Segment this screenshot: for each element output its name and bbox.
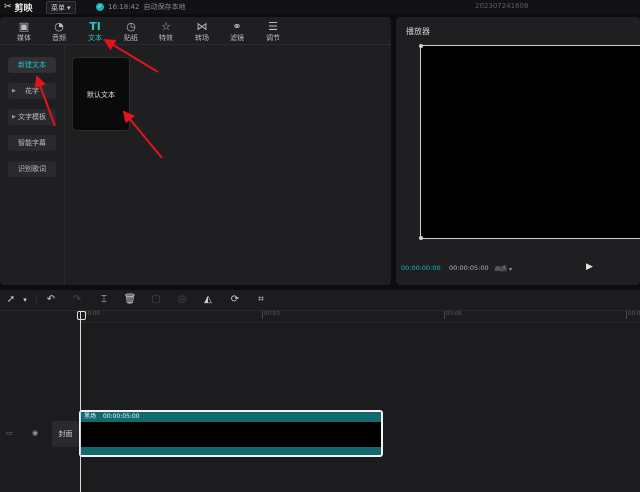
arrow-to-new-text	[34, 75, 56, 127]
arrow-to-text-tab	[103, 38, 159, 73]
annotation-arrows	[34, 38, 163, 159]
arrow-to-default-text	[122, 110, 163, 159]
